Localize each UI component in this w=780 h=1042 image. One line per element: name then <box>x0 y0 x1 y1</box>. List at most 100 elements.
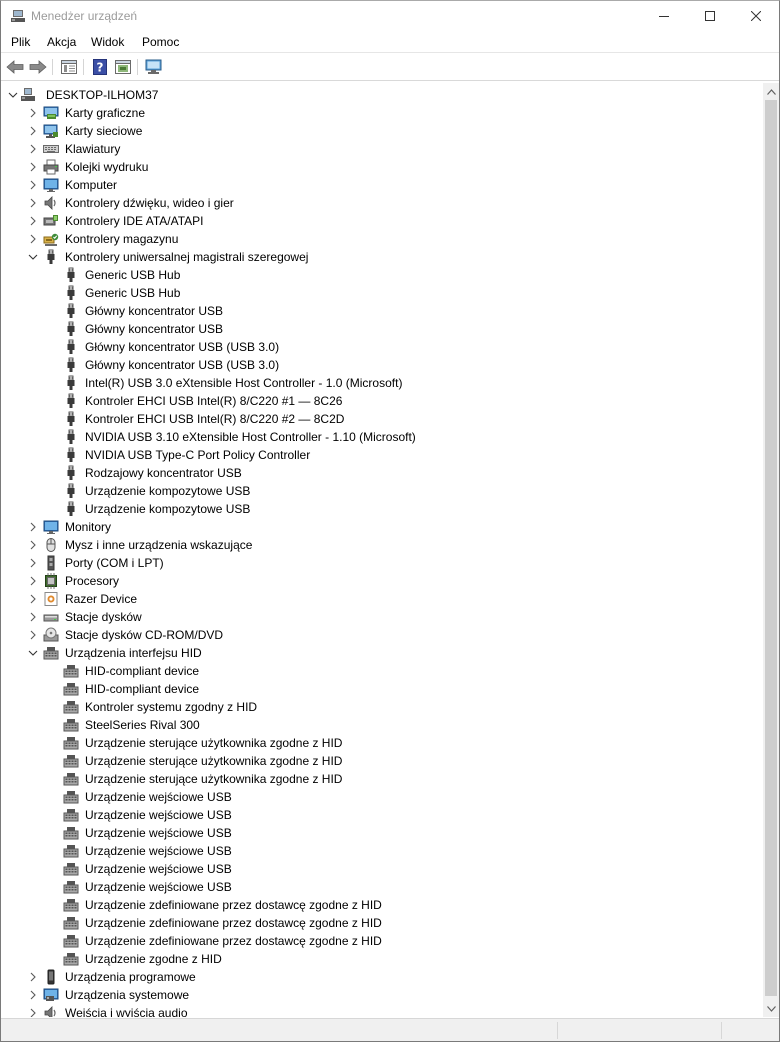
device-category-node[interactable]: Procesory <box>2 572 762 590</box>
device-node[interactable]: Urządzenie wejściowe USB <box>2 788 762 806</box>
chevron-right-icon[interactable] <box>28 233 38 245</box>
menu-pomoc[interactable]: Pomoc <box>142 35 179 49</box>
device-node[interactable]: Kontroler EHCI USB Intel(R) 8/C220 #1 — … <box>2 392 762 410</box>
device-node[interactable]: Urządzenie sterujące użytkownika zgodne … <box>2 734 762 752</box>
device-node[interactable]: Kontroler EHCI USB Intel(R) 8/C220 #2 — … <box>2 410 762 428</box>
chevron-down-icon[interactable] <box>8 89 18 101</box>
device-node[interactable]: HID-compliant device <box>2 662 762 680</box>
chevron-down-icon[interactable] <box>28 251 38 263</box>
scan-hardware-button[interactable] <box>144 58 164 76</box>
tree-node-label: Kontrolery IDE ATA/ATAPI <box>65 214 204 228</box>
properties-button[interactable] <box>59 58 79 76</box>
chevron-right-icon[interactable] <box>28 557 38 569</box>
device-category-node[interactable]: Razer Device <box>2 590 762 608</box>
device-category-node[interactable]: Klawiatury <box>2 140 762 158</box>
device-category-node[interactable]: Monitory <box>2 518 762 536</box>
device-node[interactable]: NVIDIA USB 3.10 eXtensible Host Controll… <box>2 428 762 446</box>
device-node[interactable]: Kontroler systemu zgodny z HID <box>2 698 762 716</box>
chevron-right-icon[interactable] <box>28 989 38 1001</box>
device-category-node[interactable]: Urządzenia systemowe <box>2 986 762 1004</box>
scroll-down-button[interactable] <box>763 1000 779 1017</box>
update-driver-button[interactable] <box>113 58 133 76</box>
menu-plik[interactable]: Plik <box>11 35 30 49</box>
help-button[interactable]: ? <box>90 58 110 76</box>
status-bar <box>1 1018 779 1041</box>
device-category-node[interactable]: Kontrolery dźwięku, wideo i gier <box>2 194 762 212</box>
device-node[interactable]: Główny koncentrator USB <box>2 320 762 338</box>
scroll-thumb[interactable] <box>765 100 777 996</box>
device-category-node[interactable]: Urządzenia programowe <box>2 968 762 986</box>
close-button[interactable] <box>733 1 779 31</box>
device-node[interactable]: Urządzenie zdefiniowane przez dostawcę z… <box>2 914 762 932</box>
device-category-node[interactable]: Stacje dysków CD-ROM/DVD <box>2 626 762 644</box>
device-node[interactable]: Urządzenie sterujące użytkownika zgodne … <box>2 752 762 770</box>
device-node[interactable]: Urządzenie zdefiniowane przez dostawcę z… <box>2 896 762 914</box>
device-node[interactable]: Główny koncentrator USB <box>2 302 762 320</box>
device-category-node[interactable]: Komputer <box>2 176 762 194</box>
tree-node-label: Generic USB Hub <box>85 286 181 300</box>
device-node[interactable]: Urządzenie zdefiniowane przez dostawcę z… <box>2 932 762 950</box>
device-tree[interactable]: DESKTOP-ILHOM37 Karty graficzne Karty siec… <box>2 83 763 1017</box>
svg-text:?: ? <box>97 61 104 75</box>
forward-button[interactable] <box>28 58 48 76</box>
device-node[interactable]: Urządzenie kompozytowe USB <box>2 482 762 500</box>
chevron-right-icon[interactable] <box>28 1007 38 1017</box>
device-node[interactable]: NVIDIA USB Type-C Port Policy Controller <box>2 446 762 464</box>
tree-node-label: Urządzenie zdefiniowane przez dostawcę z… <box>85 934 382 948</box>
chevron-right-icon[interactable] <box>28 143 38 155</box>
tree-node-label: Główny koncentrator USB (USB 3.0) <box>85 358 280 372</box>
device-node[interactable]: Urządzenie wejściowe USB <box>2 824 762 842</box>
device-node[interactable]: Urządzenie wejściowe USB <box>2 806 762 824</box>
tree-root-node[interactable]: DESKTOP-ILHOM37 <box>2 86 762 104</box>
vertical-scrollbar[interactable] <box>763 83 779 1017</box>
device-category-node[interactable]: Kontrolery IDE ATA/ATAPI <box>2 212 762 230</box>
chevron-right-icon[interactable] <box>28 179 38 191</box>
device-category-node[interactable]: Stacje dysków <box>2 608 762 626</box>
tree-node-label: Urządzenie wejściowe USB <box>85 844 232 858</box>
device-category-node[interactable]: Kontrolery uniwersalnej magistrali szere… <box>2 248 762 266</box>
device-node[interactable]: Urządzenie kompozytowe USB <box>2 500 762 518</box>
device-node[interactable]: Urządzenie wejściowe USB <box>2 842 762 860</box>
chevron-right-icon[interactable] <box>28 197 38 209</box>
minimize-button[interactable] <box>641 1 687 31</box>
chevron-right-icon[interactable] <box>28 629 38 641</box>
chevron-right-icon[interactable] <box>28 215 38 227</box>
device-category-node[interactable]: Porty (COM i LPT) <box>2 554 762 572</box>
chevron-right-icon[interactable] <box>28 521 38 533</box>
device-node[interactable]: Urządzenie wejściowe USB <box>2 860 762 878</box>
chevron-down-icon[interactable] <box>28 647 38 659</box>
menu-widok[interactable]: Widok <box>91 35 124 49</box>
chevron-right-icon[interactable] <box>28 161 38 173</box>
chevron-right-icon[interactable] <box>28 611 38 623</box>
device-node[interactable]: Rodzajowy koncentrator USB <box>2 464 762 482</box>
back-button[interactable] <box>5 58 25 76</box>
device-node[interactable]: Generic USB Hub <box>2 284 762 302</box>
device-category-node[interactable]: Kolejki wydruku <box>2 158 762 176</box>
device-category-node[interactable]: Urządzenia interfejsu HID <box>2 644 762 662</box>
chevron-right-icon[interactable] <box>28 593 38 605</box>
maximize-button[interactable] <box>687 1 733 31</box>
speaker-icon <box>43 195 59 211</box>
device-node[interactable]: Urządzenie sterujące użytkownika zgodne … <box>2 770 762 788</box>
device-node[interactable]: Generic USB Hub <box>2 266 762 284</box>
title-bar[interactable]: Menedżer urządzeń <box>1 1 779 31</box>
scroll-up-button[interactable] <box>763 83 779 100</box>
device-category-node[interactable]: Mysz i inne urządzenia wskazujące <box>2 536 762 554</box>
device-node[interactable]: Główny koncentrator USB (USB 3.0) <box>2 338 762 356</box>
device-node[interactable]: Główny koncentrator USB (USB 3.0) <box>2 356 762 374</box>
chevron-right-icon[interactable] <box>28 125 38 137</box>
device-category-node[interactable]: Karty sieciowe <box>2 122 762 140</box>
device-category-node[interactable]: Kontrolery magazynu <box>2 230 762 248</box>
menu-akcja[interactable]: Akcja <box>47 35 76 49</box>
chevron-right-icon[interactable] <box>28 575 38 587</box>
chevron-right-icon[interactable] <box>28 971 38 983</box>
device-category-node[interactable]: Karty graficzne <box>2 104 762 122</box>
device-node[interactable]: Urządzenie zgodne z HID <box>2 950 762 968</box>
device-category-node[interactable]: Wejścia i wyjścia audio <box>2 1004 762 1017</box>
device-node[interactable]: HID-compliant device <box>2 680 762 698</box>
device-node[interactable]: SteelSeries Rival 300 <box>2 716 762 734</box>
device-node[interactable]: Intel(R) USB 3.0 eXtensible Host Control… <box>2 374 762 392</box>
chevron-right-icon[interactable] <box>28 539 38 551</box>
chevron-right-icon[interactable] <box>28 107 38 119</box>
device-node[interactable]: Urządzenie wejściowe USB <box>2 878 762 896</box>
